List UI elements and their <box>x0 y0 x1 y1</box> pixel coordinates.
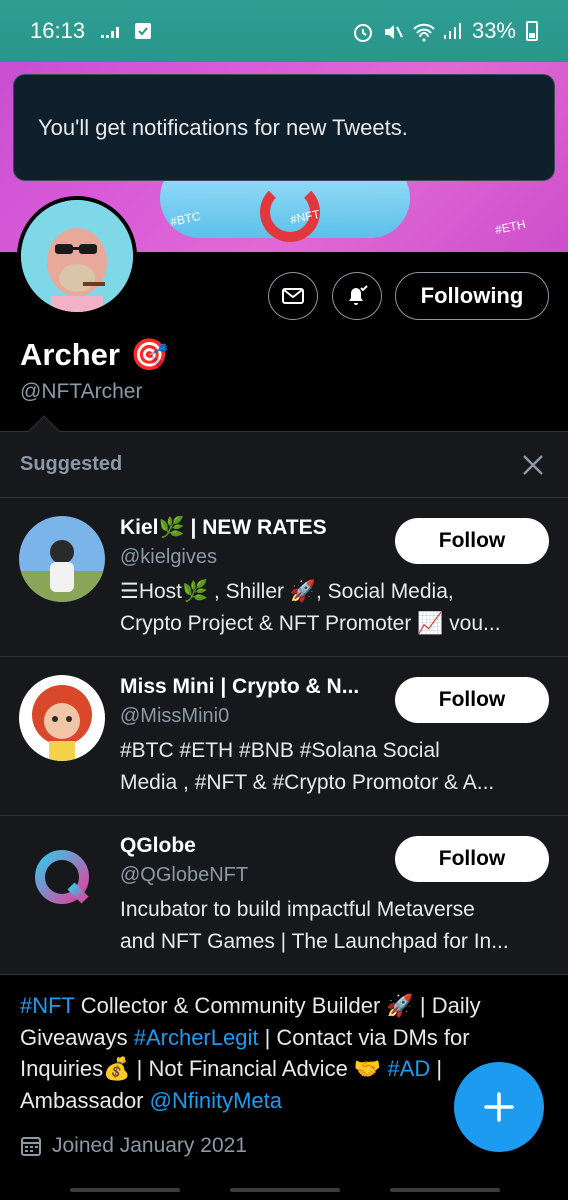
suggested-handle: @QGlobeNFT <box>120 864 249 886</box>
suggested-bio-line: Media , #NFT & #Crypto Promotor & A... <box>120 771 495 794</box>
following-button[interactable]: Following <box>395 272 549 320</box>
nav-handle <box>70 1188 180 1192</box>
suggested-bio-line: #BTC #ETH #BNB #Solana Social <box>120 739 440 762</box>
hashtag-link[interactable]: #NFT <box>20 993 75 1018</box>
suggested-bio: Incubator to build impactful Metaverse a… <box>120 894 548 958</box>
suggested-user-row[interactable]: QGlobe @QGlobeNFT Incubator to build imp… <box>0 816 568 975</box>
suggested-panel: Suggested Kiel🌿 | NEW RATES @kielgives ☰… <box>0 431 568 975</box>
joined-date: Joined January 2021 <box>20 1134 247 1158</box>
mute-icon <box>382 21 403 41</box>
toast-message: You'll get notifications for new Tweets. <box>38 114 408 140</box>
suggested-bio-line: Crypto Project & NFT Promoter 📈 vou... <box>120 612 501 635</box>
qglobe-logo-icon <box>19 834 105 920</box>
bio-text: | <box>430 1056 443 1081</box>
bio-text: Ambassador <box>20 1087 150 1113</box>
signal-dots-icon <box>99 21 120 41</box>
battery-percent: 33% <box>471 18 516 43</box>
suggested-bio-line: Incubator to build impactful Metaverse <box>120 898 475 921</box>
bio-text: | Contact via DMs for <box>258 1024 470 1050</box>
cell-signal-icon <box>442 21 462 41</box>
suggested-title: Suggested <box>20 453 123 475</box>
suggested-handle: @kielgives <box>120 546 218 568</box>
suggested-bio-line: ☰Host🌿 , Shiller 🚀, Social Media, <box>120 580 454 603</box>
suggested-name[interactable]: QGlobe <box>120 834 388 858</box>
nav-handle <box>390 1188 500 1192</box>
hashtag-link[interactable]: #AD <box>387 1056 430 1081</box>
clock: 16:13 <box>30 18 86 43</box>
status-bar: 16:13 33% <box>0 0 568 62</box>
mention-link[interactable]: @NfinityMeta <box>150 1088 282 1113</box>
suggested-name[interactable]: Miss Mini | Crypto & N... <box>120 675 388 699</box>
alarm-icon <box>352 21 372 42</box>
suggested-name[interactable]: Kiel🌿 | NEW RATES <box>120 516 388 540</box>
suggested-avatar[interactable] <box>19 834 105 920</box>
hashtag-link[interactable]: #ArcherLegit <box>134 1025 259 1050</box>
suggested-avatar[interactable] <box>19 675 105 761</box>
profile-name: Archer 🎯 <box>20 336 169 373</box>
compose-tweet-button[interactable] <box>454 1062 544 1152</box>
suggested-bio: ☰Host🌿 , Shiller 🚀, Social Media, Crypto… <box>120 576 548 640</box>
target-emoji: 🎯 <box>129 337 169 372</box>
nav-handle <box>230 1188 340 1192</box>
follow-button[interactable]: Follow <box>395 677 549 723</box>
checkbox-notification-icon <box>133 21 153 41</box>
battery-icon <box>526 21 538 41</box>
bell-check-icon <box>349 285 368 305</box>
message-button[interactable] <box>268 272 318 320</box>
wifi-icon <box>412 21 435 42</box>
banner-tag: #ETH <box>493 216 527 238</box>
avatar[interactable] <box>17 196 137 316</box>
notifications-button[interactable] <box>332 272 382 320</box>
suggested-user-row[interactable]: Miss Mini | Crypto & N... @MissMini0 #BT… <box>0 657 568 816</box>
plus-icon <box>484 1092 514 1122</box>
follow-button[interactable]: Follow <box>395 518 549 564</box>
follow-button[interactable]: Follow <box>395 836 549 882</box>
mail-icon <box>282 288 304 304</box>
bio-text: Giveaways <box>20 1024 134 1050</box>
suggested-avatar[interactable] <box>19 516 105 602</box>
joined-text: Joined January 2021 <box>52 1134 247 1157</box>
suggested-bio-line: and NFT Games | The Launchpad for In... <box>120 930 509 953</box>
profile-name-text: Archer <box>20 336 120 372</box>
system-nav-bar <box>0 1182 568 1200</box>
calendar-icon <box>21 1137 41 1156</box>
profile-handle: @NFTArcher <box>20 380 143 403</box>
suggested-handle: @MissMini0 <box>120 705 230 727</box>
notification-toast: You'll get notifications for new Tweets. <box>13 74 555 181</box>
ape-avatar-icon <box>21 200 133 312</box>
suggested-user-row[interactable]: Kiel🌿 | NEW RATES @kielgives ☰Host🌿 , Sh… <box>0 498 568 657</box>
bio-text: Inquiries💰 | Not Financial Advice 🤝 <box>20 1056 388 1081</box>
close-icon[interactable] <box>518 450 548 480</box>
bio-text: Collector & Community Builder 🚀 | Daily <box>74 993 481 1018</box>
suggested-bio: #BTC #ETH #BNB #Solana Social Media , #N… <box>120 735 548 799</box>
suggested-header: Suggested <box>0 432 568 498</box>
